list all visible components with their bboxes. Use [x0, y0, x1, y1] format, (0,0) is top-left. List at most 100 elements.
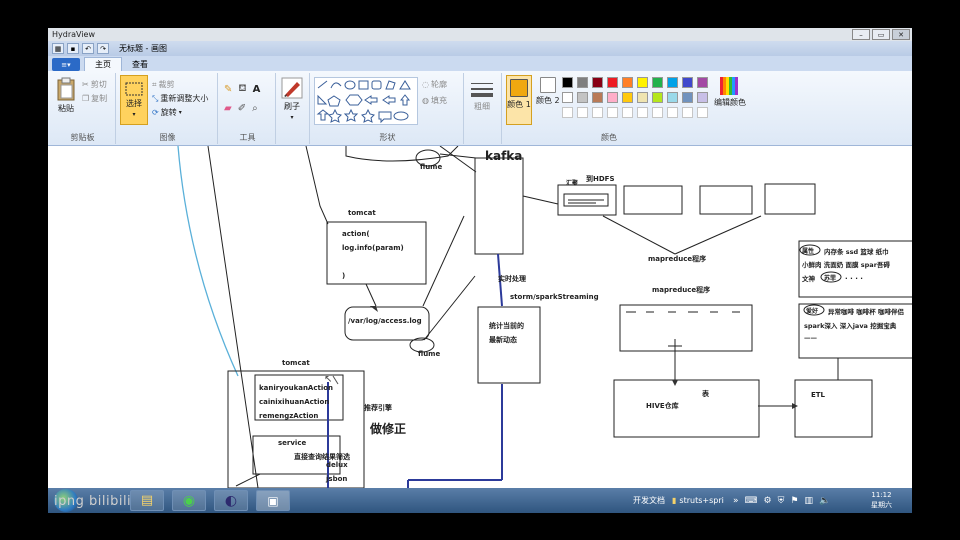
palette-swatch[interactable] — [622, 77, 633, 88]
window-title: HydraView — [52, 30, 96, 39]
cut-button[interactable]: ✂ 剪切 — [82, 79, 107, 90]
tab-view[interactable]: 查看 — [122, 57, 158, 71]
mapreduce-label-2: mapreduce程序 — [652, 286, 711, 294]
tray-struts[interactable]: ▮ struts+spri — [672, 488, 724, 513]
network-icon[interactable]: ▥ — [804, 496, 813, 506]
palette-swatch[interactable] — [652, 77, 663, 88]
undo-icon[interactable]: ↶ — [82, 43, 94, 54]
tab-home[interactable]: 主页 — [84, 57, 122, 71]
huihui-label: 汇聚 — [566, 180, 579, 187]
palette-swatch[interactable] — [577, 92, 588, 103]
action-line-1: action( — [342, 230, 370, 238]
color2-swatch — [539, 77, 556, 93]
keyboard-icon[interactable]: ⌨ — [745, 496, 758, 506]
palette-swatch[interactable] — [682, 77, 693, 88]
eclipse-icon: ◐ — [224, 492, 238, 509]
taskbar-paint[interactable]: ▣ — [256, 490, 290, 511]
color-picker-icon[interactable]: ✐ — [238, 103, 246, 114]
redo-icon[interactable]: ↷ — [97, 43, 109, 54]
close-button[interactable]: ✕ — [892, 29, 910, 40]
mouse-cursor-icon: ↖ — [324, 374, 333, 385]
taskbar-clock[interactable]: 11:12 星期六 — [871, 490, 892, 510]
color2-button[interactable]: 颜色 2 — [536, 77, 560, 106]
size-button[interactable]: 粗细 — [470, 81, 494, 112]
tray-dev-docs[interactable]: 开发文档 — [633, 488, 665, 513]
select-button[interactable]: 选择 ▾ — [120, 75, 148, 125]
shapes-icons — [316, 80, 411, 124]
palette-swatch-empty[interactable] — [622, 107, 633, 118]
copy-button[interactable]: ❐ 复制 — [82, 93, 107, 104]
file-menu-button[interactable]: ≡▾ — [52, 58, 80, 71]
canvas-area: kafka flume flume tomcat action( log.inf… — [48, 146, 912, 488]
tool-icon[interactable]: ⚙ — [764, 496, 772, 506]
palette-swatch[interactable] — [592, 77, 603, 88]
maximize-button[interactable]: ▭ — [872, 29, 890, 40]
hive-label: HIVE仓库 — [646, 402, 679, 410]
taskbar-explorer[interactable]: ▤ — [130, 490, 164, 511]
drawing-canvas[interactable]: kafka flume flume tomcat action( log.inf… — [48, 146, 912, 488]
scissors-icon: ✂ — [82, 80, 89, 89]
palette-swatch[interactable] — [562, 77, 573, 88]
outline-button[interactable]: ◌ 轮廓 — [422, 79, 447, 90]
resize-button[interactable]: ⤡ 重新调整大小 — [152, 93, 208, 104]
service-label: service — [278, 439, 307, 447]
palette-swatch[interactable] — [607, 92, 618, 103]
line-width-icon — [471, 83, 493, 97]
diagram-svg — [177, 146, 912, 488]
palette-swatch[interactable] — [697, 92, 708, 103]
crop-button[interactable]: ⌗ 裁剪 — [152, 79, 175, 90]
palette-swatch[interactable] — [592, 92, 603, 103]
fill-bucket-icon[interactable]: ⛾ — [238, 83, 246, 96]
engine-label: 推荐引擎 — [364, 404, 392, 412]
palette-swatch[interactable] — [637, 77, 648, 88]
rainbow-icon — [720, 77, 738, 95]
palette-swatch-empty[interactable] — [667, 107, 678, 118]
palette-swatch-empty[interactable] — [637, 107, 648, 118]
palette-swatch[interactable] — [562, 92, 573, 103]
tags-line-3-dots: . . . . — [845, 273, 863, 281]
fill-button[interactable]: ◍ 填充 — [422, 95, 447, 106]
eraser-icon[interactable]: ▰ — [224, 103, 232, 114]
rotate-button[interactable]: ⟳ 旋转 ▾ — [152, 107, 182, 118]
palette-swatch[interactable] — [667, 77, 678, 88]
shield-icon[interactable]: ⛨ — [778, 496, 785, 506]
folder-small-icon: ▮ — [672, 496, 677, 505]
document-title: 无标题 - 画图 — [119, 44, 167, 53]
tags-line-6: —— — [804, 334, 817, 342]
paint-titlebar: ▦ ▪ ↶ ↷ 无标题 - 画图 — [48, 41, 912, 56]
brushes-button[interactable]: 刷子 ▾ — [281, 77, 303, 121]
palette-swatch[interactable] — [607, 77, 618, 88]
palette-swatch[interactable] — [667, 92, 678, 103]
paint-app-icon[interactable]: ▦ — [52, 43, 64, 54]
magnifier-icon[interactable]: ⌕ — [252, 103, 258, 114]
paste-button[interactable]: 粘贴 — [56, 77, 76, 114]
shapes-gallery[interactable] — [314, 77, 418, 125]
tags-line-2: 小鲜肉 洗面奶 面膜 spar吾碍 — [802, 261, 890, 269]
palette-swatch-empty[interactable] — [697, 107, 708, 118]
edit-colors-button[interactable]: 编辑颜色 — [714, 77, 746, 108]
palette-swatch[interactable] — [622, 92, 633, 103]
volume-icon[interactable]: 🔈 — [819, 496, 830, 506]
palette-swatch-empty[interactable] — [592, 107, 603, 118]
pencil-icon[interactable]: ✎ — [224, 84, 232, 95]
save-icon[interactable]: ▪ — [67, 43, 79, 54]
expand-icon[interactable]: » — [733, 496, 739, 506]
tag-circle-sophie: 苏菲 — [824, 275, 837, 282]
taskbar-refresh-app[interactable]: ◉ — [172, 490, 206, 511]
flag-icon[interactable]: ⚑ — [790, 496, 798, 506]
text-icon[interactable]: A — [253, 84, 261, 95]
palette-swatch-empty[interactable] — [682, 107, 693, 118]
palette-swatch[interactable] — [682, 92, 693, 103]
palette-swatch[interactable] — [577, 77, 588, 88]
palette-swatch-empty[interactable] — [562, 107, 573, 118]
outline-label: 轮廓 — [430, 80, 447, 89]
palette-swatch-empty[interactable] — [607, 107, 618, 118]
palette-swatch[interactable] — [637, 92, 648, 103]
color1-button[interactable]: 颜色 1 — [506, 75, 532, 125]
palette-swatch[interactable] — [652, 92, 663, 103]
palette-swatch-empty[interactable] — [577, 107, 588, 118]
taskbar-eclipse[interactable]: ◐ — [214, 490, 248, 511]
palette-swatch-empty[interactable] — [652, 107, 663, 118]
minimize-button[interactable]: – — [852, 29, 870, 40]
palette-swatch[interactable] — [697, 77, 708, 88]
